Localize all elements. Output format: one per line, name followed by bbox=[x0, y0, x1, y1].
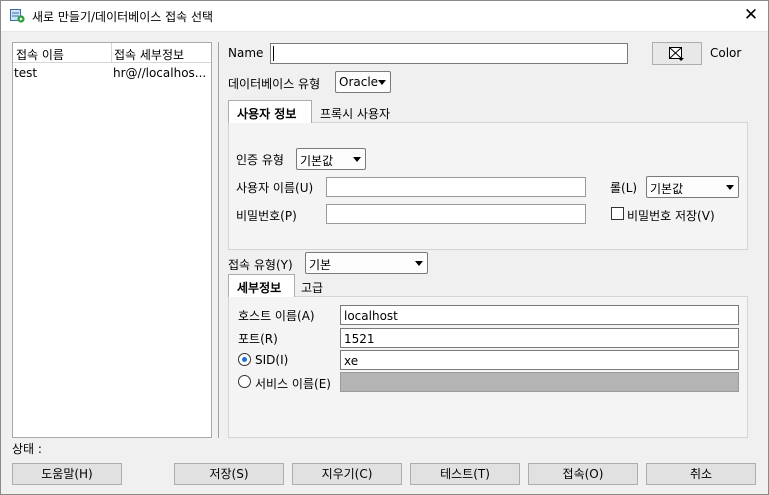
connection-list[interactable]: 접속 이름 접속 세부정보 test hr@//localhos... bbox=[12, 42, 212, 438]
connect-button[interactable]: 접속(O) bbox=[528, 463, 638, 485]
role-label: 롤(L) bbox=[610, 181, 638, 195]
save-button[interactable]: 저장(S) bbox=[174, 463, 284, 485]
window-title: 새로 만들기/데이터베이스 접속 선택 bbox=[32, 10, 214, 24]
tab-details[interactable]: 세부정보 bbox=[228, 274, 295, 297]
status-label: 상태 : bbox=[12, 442, 42, 456]
connection-name: test bbox=[14, 66, 38, 80]
close-icon: ✕ bbox=[743, 5, 759, 25]
sid-radio[interactable] bbox=[238, 353, 251, 366]
tab-proxy-user[interactable]: 프록시 사용자 bbox=[312, 101, 404, 123]
chevron-down-icon bbox=[378, 80, 386, 85]
column-divider[interactable] bbox=[111, 43, 112, 63]
title-bar: 새로 만들기/데이터베이스 접속 선택 ✕ bbox=[0, 0, 769, 32]
conn-type-label: 접속 유형(Y) bbox=[228, 258, 293, 272]
help-button[interactable]: 도움말(H) bbox=[12, 463, 122, 485]
save-password-checkbox[interactable] bbox=[611, 207, 624, 220]
conn-type-select[interactable]: 기본 bbox=[305, 252, 428, 274]
hostname-input[interactable]: localhost bbox=[340, 305, 739, 325]
sid-label: SID(I) bbox=[255, 353, 289, 367]
password-label: 비밀번호(P) bbox=[236, 209, 297, 223]
service-name-radio[interactable] bbox=[238, 375, 251, 388]
username-input[interactable] bbox=[326, 177, 586, 197]
clear-button[interactable]: 지우기(C) bbox=[292, 463, 402, 485]
save-password-label: 비밀번호 저장(V) bbox=[627, 209, 715, 223]
auth-type-label: 인증 유형 bbox=[236, 153, 284, 167]
port-label: 포트(R) bbox=[238, 332, 278, 346]
chevron-down-icon bbox=[353, 157, 361, 162]
text-cursor bbox=[273, 46, 274, 61]
chevron-down-icon bbox=[726, 185, 734, 190]
color-label: Color bbox=[710, 46, 742, 60]
service-name-label: 서비스 이름(E) bbox=[255, 377, 331, 391]
role-select[interactable]: 기본값 bbox=[646, 176, 739, 198]
port-input[interactable]: 1521 bbox=[340, 328, 739, 348]
chevron-down-icon bbox=[415, 261, 423, 266]
color-swatch-icon bbox=[669, 47, 684, 61]
close-button[interactable]: ✕ bbox=[740, 4, 762, 26]
connection-row[interactable]: test hr@//localhos... bbox=[13, 64, 211, 82]
name-label: Name bbox=[228, 46, 264, 60]
tab-advanced[interactable]: 고급 bbox=[293, 275, 333, 297]
database-app-icon bbox=[10, 9, 25, 23]
hostname-label: 호스트 이름(A) bbox=[238, 309, 315, 323]
connection-list-header: 접속 이름 접속 세부정보 bbox=[13, 43, 211, 63]
column-header-detail[interactable]: 접속 세부정보 bbox=[114, 46, 184, 63]
color-picker-button[interactable] bbox=[652, 42, 702, 65]
service-name-input bbox=[340, 372, 739, 392]
test-button[interactable]: 테스트(T) bbox=[410, 463, 520, 485]
username-label: 사용자 이름(U) bbox=[236, 181, 314, 195]
column-header-name[interactable]: 접속 이름 bbox=[16, 46, 64, 63]
connection-detail: hr@//localhos... bbox=[113, 66, 207, 80]
cancel-button[interactable]: 취소 bbox=[646, 463, 756, 485]
split-divider[interactable] bbox=[218, 42, 219, 438]
auth-type-select[interactable]: 기본값 bbox=[296, 148, 366, 170]
name-input[interactable] bbox=[270, 43, 628, 64]
tab-user-info[interactable]: 사용자 정보 bbox=[228, 100, 312, 123]
db-type-select[interactable]: Oracle bbox=[335, 71, 391, 93]
db-type-label: 데이터베이스 유형 bbox=[228, 77, 321, 91]
sid-input[interactable]: xe bbox=[340, 350, 739, 370]
password-input[interactable] bbox=[326, 204, 586, 224]
